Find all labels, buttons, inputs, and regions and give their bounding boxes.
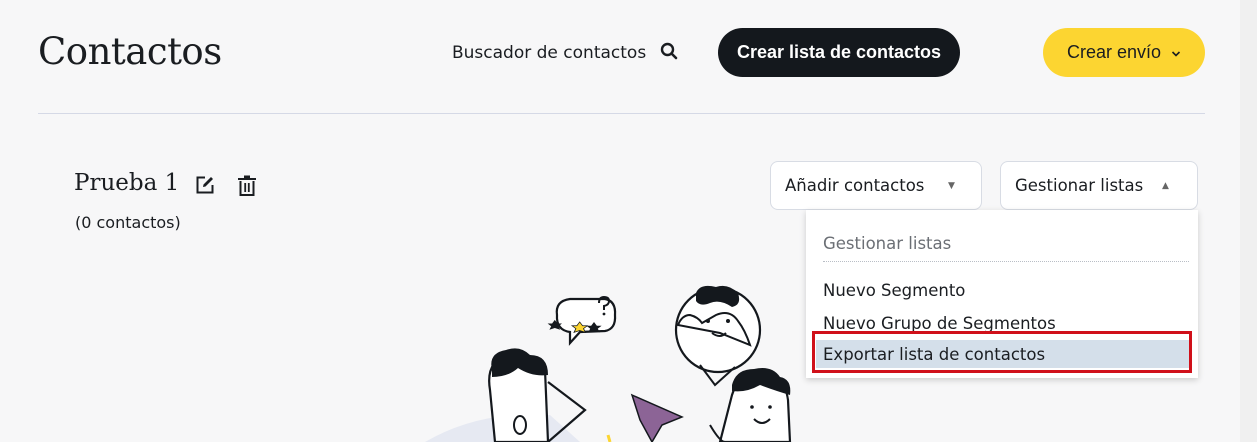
add-contacts-dropdown[interactable]: Añadir contactos ▼ <box>770 161 982 210</box>
search-icon <box>660 42 678 65</box>
list-name: Prueba 1 <box>74 170 180 196</box>
caret-up-icon: ▲ <box>1162 180 1169 191</box>
edit-icon[interactable] <box>195 175 215 199</box>
search-label: Buscador de contactos <box>452 43 647 63</box>
people-illustration <box>425 285 792 442</box>
create-contact-list-button[interactable]: Crear lista de contactos <box>718 28 960 77</box>
manage-lists-menu: Gestionar listas Nuevo Segmento Nuevo Gr… <box>806 210 1198 378</box>
menu-item-new-segment-group[interactable]: Nuevo Grupo de Segmentos <box>806 309 1198 337</box>
manage-lists-label: Gestionar listas <box>1015 176 1144 195</box>
create-send-label: Crear envío <box>1066 42 1162 62</box>
contact-search-link[interactable]: Buscador de contactos <box>452 41 678 65</box>
manage-lists-dropdown[interactable]: Gestionar listas ▲ <box>1000 161 1198 210</box>
create-send-button[interactable]: Crear envío <box>1043 28 1205 77</box>
chevron-down-icon <box>1171 42 1181 63</box>
trash-icon[interactable] <box>237 175 257 200</box>
scrollbar[interactable] <box>1240 0 1257 442</box>
menu-divider <box>823 261 1189 262</box>
contact-count: (0 contactos) <box>75 213 181 232</box>
caret-down-icon: ▼ <box>948 180 955 191</box>
menu-item-new-segment[interactable]: Nuevo Segmento <box>806 276 1198 304</box>
header-divider <box>38 113 1205 114</box>
menu-header: Gestionar listas <box>823 234 952 253</box>
menu-item-export-contact-list[interactable]: Exportar lista de contactos <box>816 340 1190 368</box>
page-title: Contactos <box>38 30 222 73</box>
add-contacts-label: Añadir contactos <box>785 176 925 195</box>
